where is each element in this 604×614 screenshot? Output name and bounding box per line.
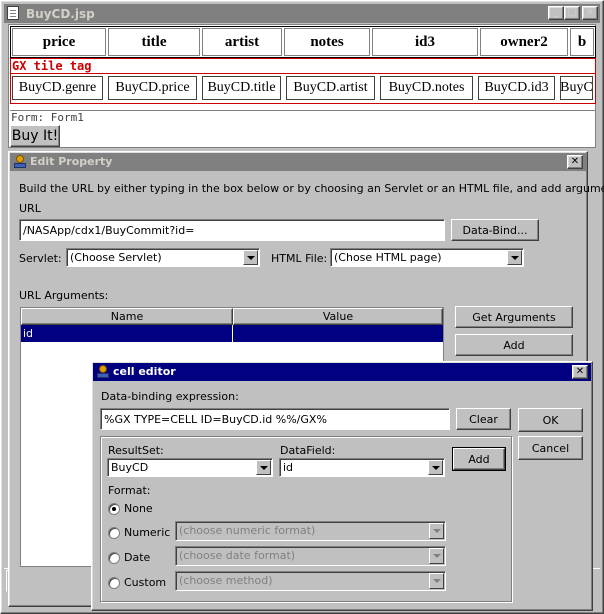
ok-button[interactable]: OK [518,408,583,432]
maximize-button[interactable]: □ [564,6,580,20]
chevron-down-icon[interactable] [428,460,443,475]
close-button[interactable]: ✕ [582,6,598,20]
chevron-down-icon[interactable] [429,548,444,564]
tile-cell: BuyCD.genre [12,76,103,100]
cell-editor-title: cell editor [113,365,176,378]
format-radio-date[interactable] [108,552,120,564]
chevron-down-icon[interactable] [243,250,258,265]
format-select-date[interactable]: (choose date format) [175,546,446,566]
data-bind-button[interactable]: Data-Bind... [451,219,539,241]
table-cell-name: id [23,327,34,340]
tile-cell: BuyC [560,76,593,100]
chevron-down-icon[interactable] [507,250,522,265]
url-arguments-label: URL Arguments: [19,289,109,302]
main-window-title: BuyCD.jsp [26,7,95,21]
tile-cell: BuyCD.artist [286,76,375,100]
edit-property-close-button[interactable]: ✕ [567,155,583,169]
add-field-button[interactable]: Add [452,447,506,471]
format-radio-none[interactable] [108,503,120,515]
cell-editor-close-button[interactable]: ✕ [572,365,588,379]
tile-cell: BuyCD.title [202,76,281,100]
name-column-header[interactable]: Name [21,308,233,325]
edit-property-titlebar[interactable]: Edit Property ✕ [10,153,586,171]
header-cell: notes [284,28,370,56]
chevron-down-icon[interactable] [429,523,444,539]
format-label-date: Date [124,551,151,564]
url-label: URL [19,202,41,215]
property-icon [13,155,27,169]
tile-cell: BuyCD.notes [380,76,473,100]
format-radio-custom[interactable] [108,577,120,589]
format-label-custom: Custom [124,576,167,589]
form-label: Form: Form1 [11,111,84,124]
resultset-select[interactable]: BuyCD [107,458,273,477]
header-cell: price [12,28,106,56]
tile-cell: BuyCD.price [108,76,197,100]
datafield-label: DataField: [280,444,336,457]
html-file-label: HTML File: [271,252,328,265]
header-cell: artist [202,28,282,56]
main-titlebar[interactable]: BuyCD.jsp _ □ ✕ [4,4,600,23]
cell-editor-icon [96,365,110,379]
datafield-select[interactable]: id [279,458,445,477]
cancel-button[interactable]: Cancel [518,436,583,460]
format-label-none: None [124,502,153,515]
tile-tag-label: GX tile tag [12,59,92,73]
chevron-down-icon[interactable] [429,573,444,589]
edit-property-title: Edit Property [30,155,113,168]
header-cell: title [108,28,200,56]
tile-cell: BuyCD.id3 [478,76,555,100]
header-cell: b [570,28,594,56]
header-cell: id3 [372,28,478,56]
buy-it-button[interactable]: Buy It! [10,125,60,147]
format-label-numeric: Numeric [124,526,171,539]
html-file-select[interactable]: (Chose HTML page) [330,248,524,267]
resultset-label: ResultSet: [108,444,164,457]
url-input[interactable]: /NASApp/cdx1/BuyCommit?id= [19,219,445,241]
header-cell: owner2 [480,28,568,56]
minimize-button[interactable]: _ [548,6,564,20]
add-argument-button[interactable]: Add [455,334,573,356]
format-radio-numeric[interactable] [108,527,120,539]
clear-button[interactable]: Clear [456,408,511,430]
format-label: Format: [108,484,151,497]
expression-label: Data-binding expression: [101,390,239,403]
expression-input[interactable]: %GX TYPE=CELL ID=BuyCD.id %%/GX% [100,408,450,430]
format-select-numeric[interactable]: (choose numeric format) [175,521,446,541]
table-row[interactable]: id [21,325,443,342]
jsp-file-icon [7,6,19,20]
servlet-label: Servlet: [19,252,62,265]
servlet-select[interactable]: (Choose Servlet) [66,248,260,267]
format-select-custom[interactable]: (choose method) [175,571,446,591]
cell-editor-titlebar[interactable]: cell editor ✕ [93,363,591,381]
get-arguments-button[interactable]: Get Arguments [455,306,573,328]
chevron-down-icon[interactable] [256,460,271,475]
value-column-header[interactable]: Value [233,308,443,325]
instruction-text: Build the URL by either typing in the bo… [19,182,604,195]
